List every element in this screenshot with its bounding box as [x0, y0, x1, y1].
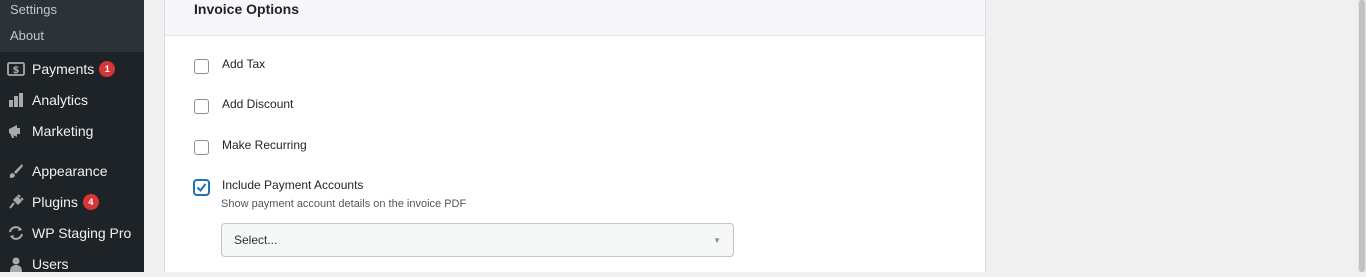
sidebar-item-wp-staging-pro[interactable]: WP Staging Pro	[0, 220, 144, 246]
notification-badge: 4	[82, 194, 99, 210]
option-make-recurring: Make Recurring	[194, 137, 307, 157]
payment-accounts-description: Show payment account details on the invo…	[221, 198, 467, 210]
user-icon	[6, 254, 26, 274]
select-value: Select...	[234, 233, 278, 247]
invoice-options-panel: Invoice Options Add Tax Add Discount Mak…	[164, 0, 986, 272]
sidebar-item-label: Marketing	[32, 123, 94, 139]
option-add-discount: Add Discount	[194, 96, 293, 116]
sidebar-item-payments[interactable]: $ Payments 1	[0, 56, 144, 82]
panel-header: Invoice Options	[165, 0, 985, 36]
add-discount-label[interactable]: Add Discount	[222, 96, 293, 112]
submenu-item-about[interactable]: About	[10, 28, 44, 43]
sidebar-item-users[interactable]: Users	[0, 251, 144, 277]
sidebar-item-label: Users	[32, 256, 69, 272]
add-tax-label[interactable]: Add Tax	[222, 56, 265, 72]
page-scrollbar[interactable]	[1358, 0, 1366, 272]
checkmark-icon	[196, 183, 207, 193]
include-payment-accounts-checkbox[interactable]	[194, 180, 209, 195]
sidebar-item-analytics[interactable]: Analytics	[0, 87, 144, 113]
scrollbar-thumb[interactable]	[1359, 0, 1365, 272]
sidebar-item-plugins[interactable]: Plugins 4	[0, 189, 144, 215]
make-recurring-label[interactable]: Make Recurring	[222, 137, 307, 153]
submenu: Settings About	[0, 0, 144, 52]
sidebar-item-label: Appearance	[32, 163, 108, 179]
chevron-down-icon: ▼	[713, 235, 721, 245]
admin-sidebar: Settings About $ Payments 1 Analytics Ma…	[0, 0, 144, 272]
plug-icon	[6, 192, 26, 212]
add-tax-checkbox[interactable]	[194, 59, 209, 74]
dollar-icon: $	[6, 59, 26, 79]
paintbrush-icon	[6, 161, 26, 181]
sidebar-item-label: Plugins	[32, 194, 78, 210]
sidebar-item-label: Analytics	[32, 92, 89, 108]
sidebar-item-marketing[interactable]: Marketing	[0, 118, 144, 144]
bar-chart-icon	[6, 90, 26, 110]
option-include-payment-accounts: Include Payment Accounts	[194, 177, 363, 197]
sidebar-item-label: Payments	[32, 61, 95, 77]
submenu-item-settings[interactable]: Settings	[10, 2, 57, 17]
sidebar-item-appearance[interactable]: Appearance	[0, 158, 144, 184]
svg-text:$: $	[13, 65, 20, 76]
sidebar-item-label: WP Staging Pro	[32, 225, 132, 241]
notification-badge: 1	[99, 61, 116, 77]
payment-accounts-select[interactable]: Select... ▼	[221, 223, 734, 257]
option-add-tax: Add Tax	[194, 56, 265, 76]
add-discount-checkbox[interactable]	[194, 99, 209, 114]
include-payment-accounts-label[interactable]: Include Payment Accounts	[222, 177, 363, 193]
panel-title: Invoice Options	[194, 1, 300, 17]
refresh-icon	[6, 223, 26, 243]
megaphone-icon	[6, 121, 26, 141]
make-recurring-checkbox[interactable]	[194, 140, 209, 155]
